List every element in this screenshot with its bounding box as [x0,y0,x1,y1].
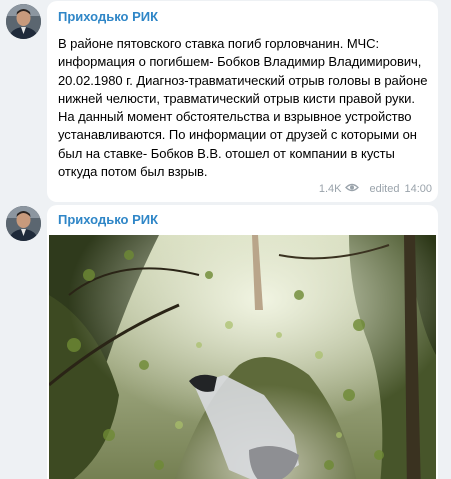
eye-icon [345,183,360,195]
message-feed: Приходько РИК В районе пятовского ставка… [0,0,451,479]
message-text: В районе пятовского ставка погиб горловч… [58,36,431,180]
forest-path-photo[interactable] [49,235,436,479]
message-bubble[interactable]: Приходько РИК [47,205,438,479]
edited-label: edited [369,183,400,195]
views-count: 1.4K [318,183,342,195]
message-time: 14:00 [404,183,432,195]
author-avatar[interactable] [6,206,41,241]
message-meta: 1.4K edited 14:00 [319,183,432,195]
author-name[interactable]: Приходько РИК [58,9,428,25]
message-bubble[interactable]: Приходько РИК В районе пятовского ставка… [47,1,438,202]
author-avatar[interactable] [6,4,41,39]
author-name[interactable]: Приходько РИК [47,205,438,228]
